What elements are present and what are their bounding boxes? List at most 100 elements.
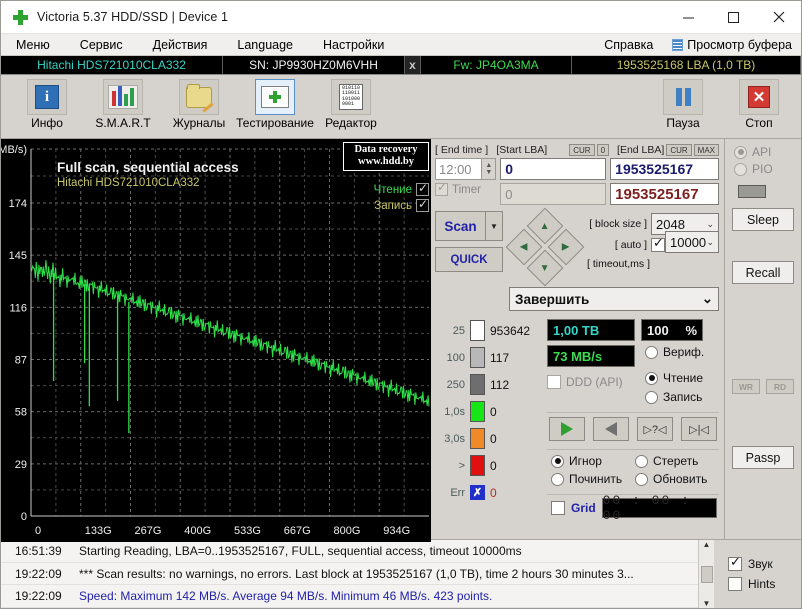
log-time: 19:22:09 (15, 589, 62, 604)
end-lba-secondary[interactable]: 1953525167 (610, 183, 719, 205)
step-end-button[interactable]: ▷|◁ (681, 417, 717, 441)
action-erase-option[interactable]: Стереть (635, 454, 719, 468)
toolbar-smart-button[interactable]: S.M.A.R.T (85, 75, 161, 137)
scroll-down-icon[interactable]: ▼ (703, 599, 711, 608)
api-radio[interactable] (734, 145, 747, 159)
menu-item-actions[interactable]: Действия (138, 36, 223, 54)
log-row[interactable]: 16:51:39 Starting Reading, LBA=0..195352… (1, 540, 698, 563)
rd-button[interactable]: RD (766, 379, 794, 394)
scan-dropdown-arrow[interactable]: ▼ (486, 211, 503, 241)
stats-area: 25 953642 100 117 250 112 1,0s 0 3,0s 0 … (431, 311, 724, 539)
end-cur-button[interactable]: CUR (666, 144, 692, 156)
svg-text:400G: 400G (184, 525, 211, 537)
start-cur-value[interactable]: 0 (596, 144, 610, 156)
menu-item-help[interactable]: Справка (590, 36, 667, 54)
menu-item-settings[interactable]: Настройки (308, 36, 399, 54)
sound-toggle[interactable]: Звук (728, 554, 801, 571)
read-checkbox[interactable] (416, 181, 429, 196)
write-toggle[interactable]: Запись (374, 197, 429, 212)
wr-button[interactable]: WR (732, 379, 760, 394)
end-max-button[interactable]: MAX (693, 144, 719, 156)
log-row[interactable]: 19:22:09 *** Scan results: no warnings, … (1, 563, 698, 586)
play-button[interactable] (549, 417, 585, 441)
auto-checkbox[interactable] (651, 235, 665, 252)
navigation-dpad[interactable]: ▲ ◀ ▶ ▼ (505, 207, 585, 287)
end-time-stepper[interactable]: 12:00 ▲ ▼ (435, 158, 497, 180)
action-repair-option[interactable]: Починить (551, 472, 635, 486)
svg-text:87: 87 (15, 354, 27, 366)
back-button[interactable] (593, 417, 629, 441)
menu-item-service[interactable]: Сервис (65, 36, 138, 54)
svg-text:533G: 533G (234, 525, 261, 537)
action-ignore-radio[interactable] (551, 454, 564, 468)
log-scrollbar[interactable]: ▲ ▼ (698, 540, 714, 608)
start-cur-button[interactable]: CUR (569, 144, 595, 156)
minimize-button[interactable] (666, 1, 711, 34)
scan-action-row: Scan ▼ QUICK ▲ ◀ ▶ ▼ [ block size ] 2048… (431, 205, 724, 287)
mode-read-option[interactable]: Чтение (645, 371, 703, 385)
close-button[interactable] (756, 1, 801, 34)
svg-text:934G: 934G (383, 525, 410, 537)
progress-readout: 100 % (641, 319, 703, 341)
action-ignore-option[interactable]: Игнор (551, 454, 635, 468)
menu-item-language[interactable]: Language (222, 36, 308, 54)
log-list[interactable]: 16:51:39 Starting Reading, LBA=0..195352… (1, 540, 698, 609)
toolbar-editor-button[interactable]: 010110 110011 101000 0001 Редактор (313, 75, 389, 137)
timeout-select[interactable]: 10000 ⌄ (665, 231, 719, 253)
step-query-button[interactable]: ▷?◁ (637, 417, 673, 441)
grid-label: Grid (571, 501, 596, 515)
toolbar-pause-button[interactable]: Пауза (645, 75, 721, 137)
pio-radio[interactable] (734, 162, 747, 176)
timer-checkbox[interactable] (435, 180, 448, 196)
start-lba-input[interactable]: 0 (500, 158, 607, 180)
speed-graph[interactable]: 204 (MB/s) 174 145 116 87 58 29 00 133G 267G 400G 5… (1, 139, 431, 542)
mode-verify-option[interactable]: Вериф. (645, 345, 704, 359)
block-legend: 25 953642 100 117 250 112 1,0s 0 3,0s 0 … (435, 319, 543, 535)
sound-checkbox[interactable] (728, 554, 742, 571)
menu-item-menu[interactable]: Меню (1, 36, 65, 54)
end-time-spin-buttons[interactable]: ▲ ▼ (481, 158, 497, 180)
legend-threshold: 1,0s (444, 405, 465, 418)
buffer-view-button[interactable]: Просмотр буфера (667, 37, 797, 53)
api-option[interactable]: API (734, 145, 792, 159)
end-lba-input[interactable]: 1953525167 (610, 158, 719, 180)
maximize-button[interactable] (711, 1, 756, 34)
scan-button[interactable]: Scan (435, 211, 486, 241)
recall-button[interactable]: Recall (732, 261, 794, 284)
legend-swatch (470, 401, 485, 422)
log-row[interactable]: 19:22:09 Speed: Maximum 142 MB/s. Averag… (1, 585, 698, 609)
toolbar-logs-button[interactable]: Журналы (161, 75, 237, 137)
grid-checkbox[interactable] (551, 501, 565, 515)
pio-option[interactable]: PIO (734, 162, 792, 176)
legend-count: 0 (490, 431, 497, 446)
action-refresh-radio[interactable] (635, 472, 648, 486)
scrollbar-thumb[interactable] (700, 565, 713, 583)
toolbar-stop-button[interactable]: ✕ Стоп (721, 75, 797, 137)
timer-toggle[interactable]: Timer (435, 180, 496, 196)
action-repair-radio[interactable] (551, 472, 564, 486)
write-checkbox[interactable] (416, 197, 429, 212)
toolbar-info-button[interactable]: i Инфо (9, 75, 85, 137)
hints-checkbox[interactable] (728, 577, 742, 591)
mode-write-radio[interactable] (645, 390, 658, 404)
legend-count: 0 (490, 404, 497, 419)
read-toggle[interactable]: Чтение (374, 181, 429, 196)
quick-button[interactable]: QUICK (435, 247, 503, 272)
end-time-value[interactable]: 12:00 (435, 158, 482, 180)
hints-toggle[interactable]: Hints (728, 577, 801, 591)
ddd-checkbox[interactable] (547, 375, 561, 389)
action-erase-label: Стереть (653, 454, 699, 468)
mode-read-radio[interactable] (645, 371, 658, 385)
toolbar-testing-button[interactable]: Тестирование (236, 75, 314, 137)
finish-action-value: Завершить (515, 291, 590, 307)
device-close-button[interactable]: x (405, 56, 421, 74)
mode-verify-radio[interactable] (645, 345, 658, 359)
finish-action-select[interactable]: Завершить ⌄ (509, 287, 719, 311)
sleep-button[interactable]: Sleep (732, 208, 794, 231)
passport-button[interactable]: Passp (732, 446, 794, 469)
legend-swatch (470, 455, 485, 476)
scroll-up-icon[interactable]: ▲ (703, 540, 711, 549)
action-erase-radio[interactable] (635, 454, 648, 468)
action-refresh-option[interactable]: Обновить (635, 472, 719, 486)
mode-write-option[interactable]: Запись (645, 390, 703, 404)
